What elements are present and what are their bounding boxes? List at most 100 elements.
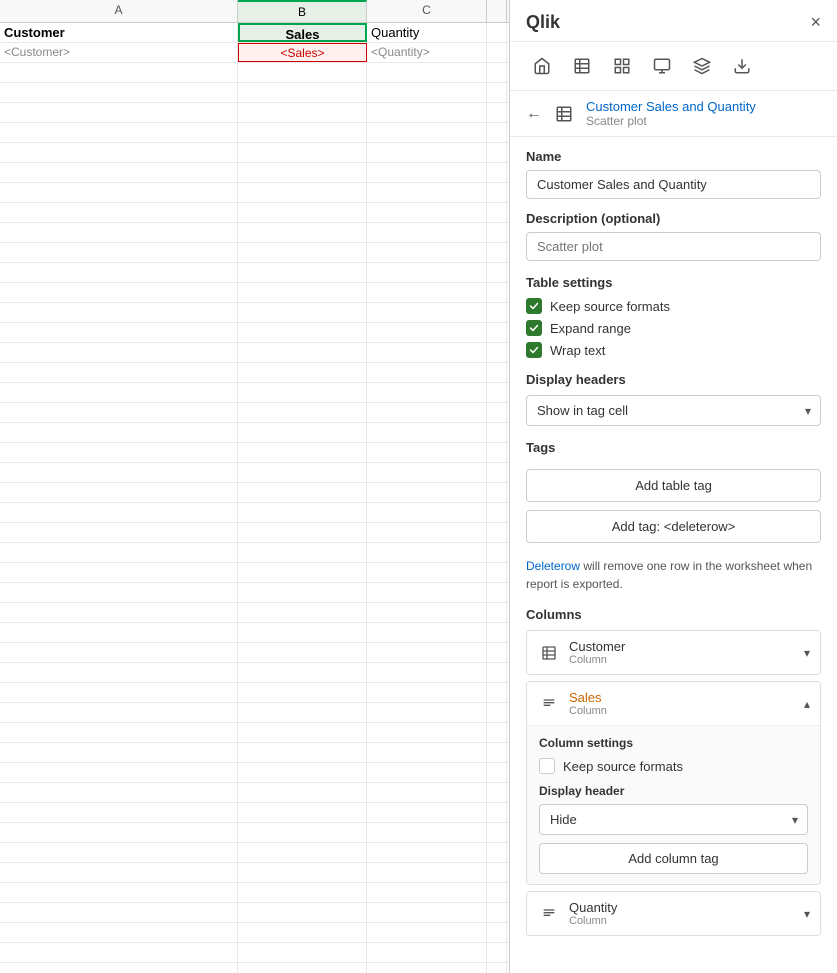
- cell-empty[interactable]: [238, 943, 367, 962]
- close-button[interactable]: ×: [810, 12, 821, 33]
- expand-range-checkbox[interactable]: [526, 320, 542, 336]
- cell-empty[interactable]: [0, 523, 238, 542]
- cell-empty[interactable]: [238, 743, 367, 762]
- cell-empty[interactable]: [238, 223, 367, 242]
- cell-empty[interactable]: [0, 803, 238, 822]
- cell-empty[interactable]: [0, 243, 238, 262]
- cell-empty[interactable]: [0, 563, 238, 582]
- customer-column-header[interactable]: Customer Column ▾: [527, 631, 820, 674]
- cell-empty[interactable]: [367, 543, 487, 562]
- cell-empty[interactable]: [367, 943, 487, 962]
- cell-empty[interactable]: [238, 683, 367, 702]
- cell-empty[interactable]: [367, 963, 487, 973]
- cell-empty[interactable]: [0, 423, 238, 442]
- cell-empty[interactable]: [367, 363, 487, 382]
- cell-empty[interactable]: [367, 443, 487, 462]
- cell-empty[interactable]: [367, 263, 487, 282]
- wrap-text-checkbox[interactable]: [526, 342, 542, 358]
- cell-empty[interactable]: [238, 803, 367, 822]
- add-column-tag-button[interactable]: Add column tag: [539, 843, 808, 874]
- cell-empty[interactable]: [238, 763, 367, 782]
- cell-empty[interactable]: [0, 123, 238, 142]
- cell-empty[interactable]: [367, 83, 487, 102]
- cell-empty[interactable]: [0, 683, 238, 702]
- cell-empty[interactable]: [367, 323, 487, 342]
- description-input[interactable]: [526, 232, 821, 261]
- cell-empty[interactable]: [0, 263, 238, 282]
- cell-empty[interactable]: [238, 583, 367, 602]
- cell-empty[interactable]: [238, 163, 367, 182]
- download-icon[interactable]: [726, 50, 758, 82]
- cell-empty[interactable]: [367, 283, 487, 302]
- cell-empty[interactable]: [0, 383, 238, 402]
- cell-empty[interactable]: [238, 363, 367, 382]
- cell-empty[interactable]: [367, 563, 487, 582]
- quantity-column-header[interactable]: Quantity Column ▾: [527, 892, 820, 935]
- cell-empty[interactable]: [238, 343, 367, 362]
- cell-empty[interactable]: [238, 203, 367, 222]
- cell-c2[interactable]: <Quantity>: [367, 43, 487, 62]
- cell-empty[interactable]: [367, 623, 487, 642]
- cell-empty[interactable]: [238, 323, 367, 342]
- cell-empty[interactable]: [0, 963, 238, 973]
- cell-empty[interactable]: [0, 303, 238, 322]
- cell-empty[interactable]: [0, 183, 238, 202]
- cell-empty[interactable]: [367, 643, 487, 662]
- cell-empty[interactable]: [238, 523, 367, 542]
- cell-empty[interactable]: [0, 663, 238, 682]
- cell-empty[interactable]: [238, 543, 367, 562]
- cell-empty[interactable]: [367, 303, 487, 322]
- add-table-tag-button[interactable]: Add table tag: [526, 469, 821, 502]
- cell-empty[interactable]: [367, 903, 487, 922]
- cell-empty[interactable]: [367, 423, 487, 442]
- display-header-select[interactable]: Hide Show: [539, 804, 808, 835]
- cell-empty[interactable]: [238, 563, 367, 582]
- cell-empty[interactable]: [367, 683, 487, 702]
- layers-icon[interactable]: [686, 50, 718, 82]
- cell-empty[interactable]: [367, 723, 487, 742]
- cell-empty[interactable]: [367, 583, 487, 602]
- cell-empty[interactable]: [238, 383, 367, 402]
- cell-empty[interactable]: [0, 703, 238, 722]
- cell-empty[interactable]: [0, 603, 238, 622]
- cell-empty[interactable]: [367, 883, 487, 902]
- cell-b2[interactable]: <Sales>: [238, 43, 367, 62]
- cell-empty[interactable]: [367, 703, 487, 722]
- cell-empty[interactable]: [238, 423, 367, 442]
- add-deleterow-tag-button[interactable]: Add tag: <deleterow>: [526, 510, 821, 543]
- cell-empty[interactable]: [367, 603, 487, 622]
- cell-empty[interactable]: [238, 83, 367, 102]
- cell-empty[interactable]: [0, 923, 238, 942]
- cell-empty[interactable]: [367, 103, 487, 122]
- card-icon[interactable]: [646, 50, 678, 82]
- cell-empty[interactable]: [0, 323, 238, 342]
- home-icon[interactable]: [526, 50, 558, 82]
- cell-empty[interactable]: [0, 843, 238, 862]
- table-icon[interactable]: [566, 50, 598, 82]
- cell-empty[interactable]: [367, 223, 487, 242]
- cell-empty[interactable]: [0, 903, 238, 922]
- cell-empty[interactable]: [0, 483, 238, 502]
- cell-empty[interactable]: [0, 223, 238, 242]
- cell-empty[interactable]: [238, 263, 367, 282]
- cell-empty[interactable]: [238, 603, 367, 622]
- cell-empty[interactable]: [0, 203, 238, 222]
- cell-empty[interactable]: [367, 783, 487, 802]
- cell-empty[interactable]: [238, 883, 367, 902]
- cell-empty[interactable]: [367, 663, 487, 682]
- cell-empty[interactable]: [0, 863, 238, 882]
- cell-empty[interactable]: [238, 183, 367, 202]
- cell-empty[interactable]: [0, 823, 238, 842]
- cell-empty[interactable]: [238, 463, 367, 482]
- sales-keep-source-checkbox[interactable]: [539, 758, 555, 774]
- cell-empty[interactable]: [367, 183, 487, 202]
- layout-icon[interactable]: [606, 50, 638, 82]
- cell-empty[interactable]: [367, 123, 487, 142]
- cell-empty[interactable]: [238, 123, 367, 142]
- keep-source-formats-checkbox[interactable]: [526, 298, 542, 314]
- cell-empty[interactable]: [0, 343, 238, 362]
- cell-empty[interactable]: [0, 643, 238, 662]
- cell-empty[interactable]: [367, 923, 487, 942]
- cell-empty[interactable]: [238, 863, 367, 882]
- cell-empty[interactable]: [238, 823, 367, 842]
